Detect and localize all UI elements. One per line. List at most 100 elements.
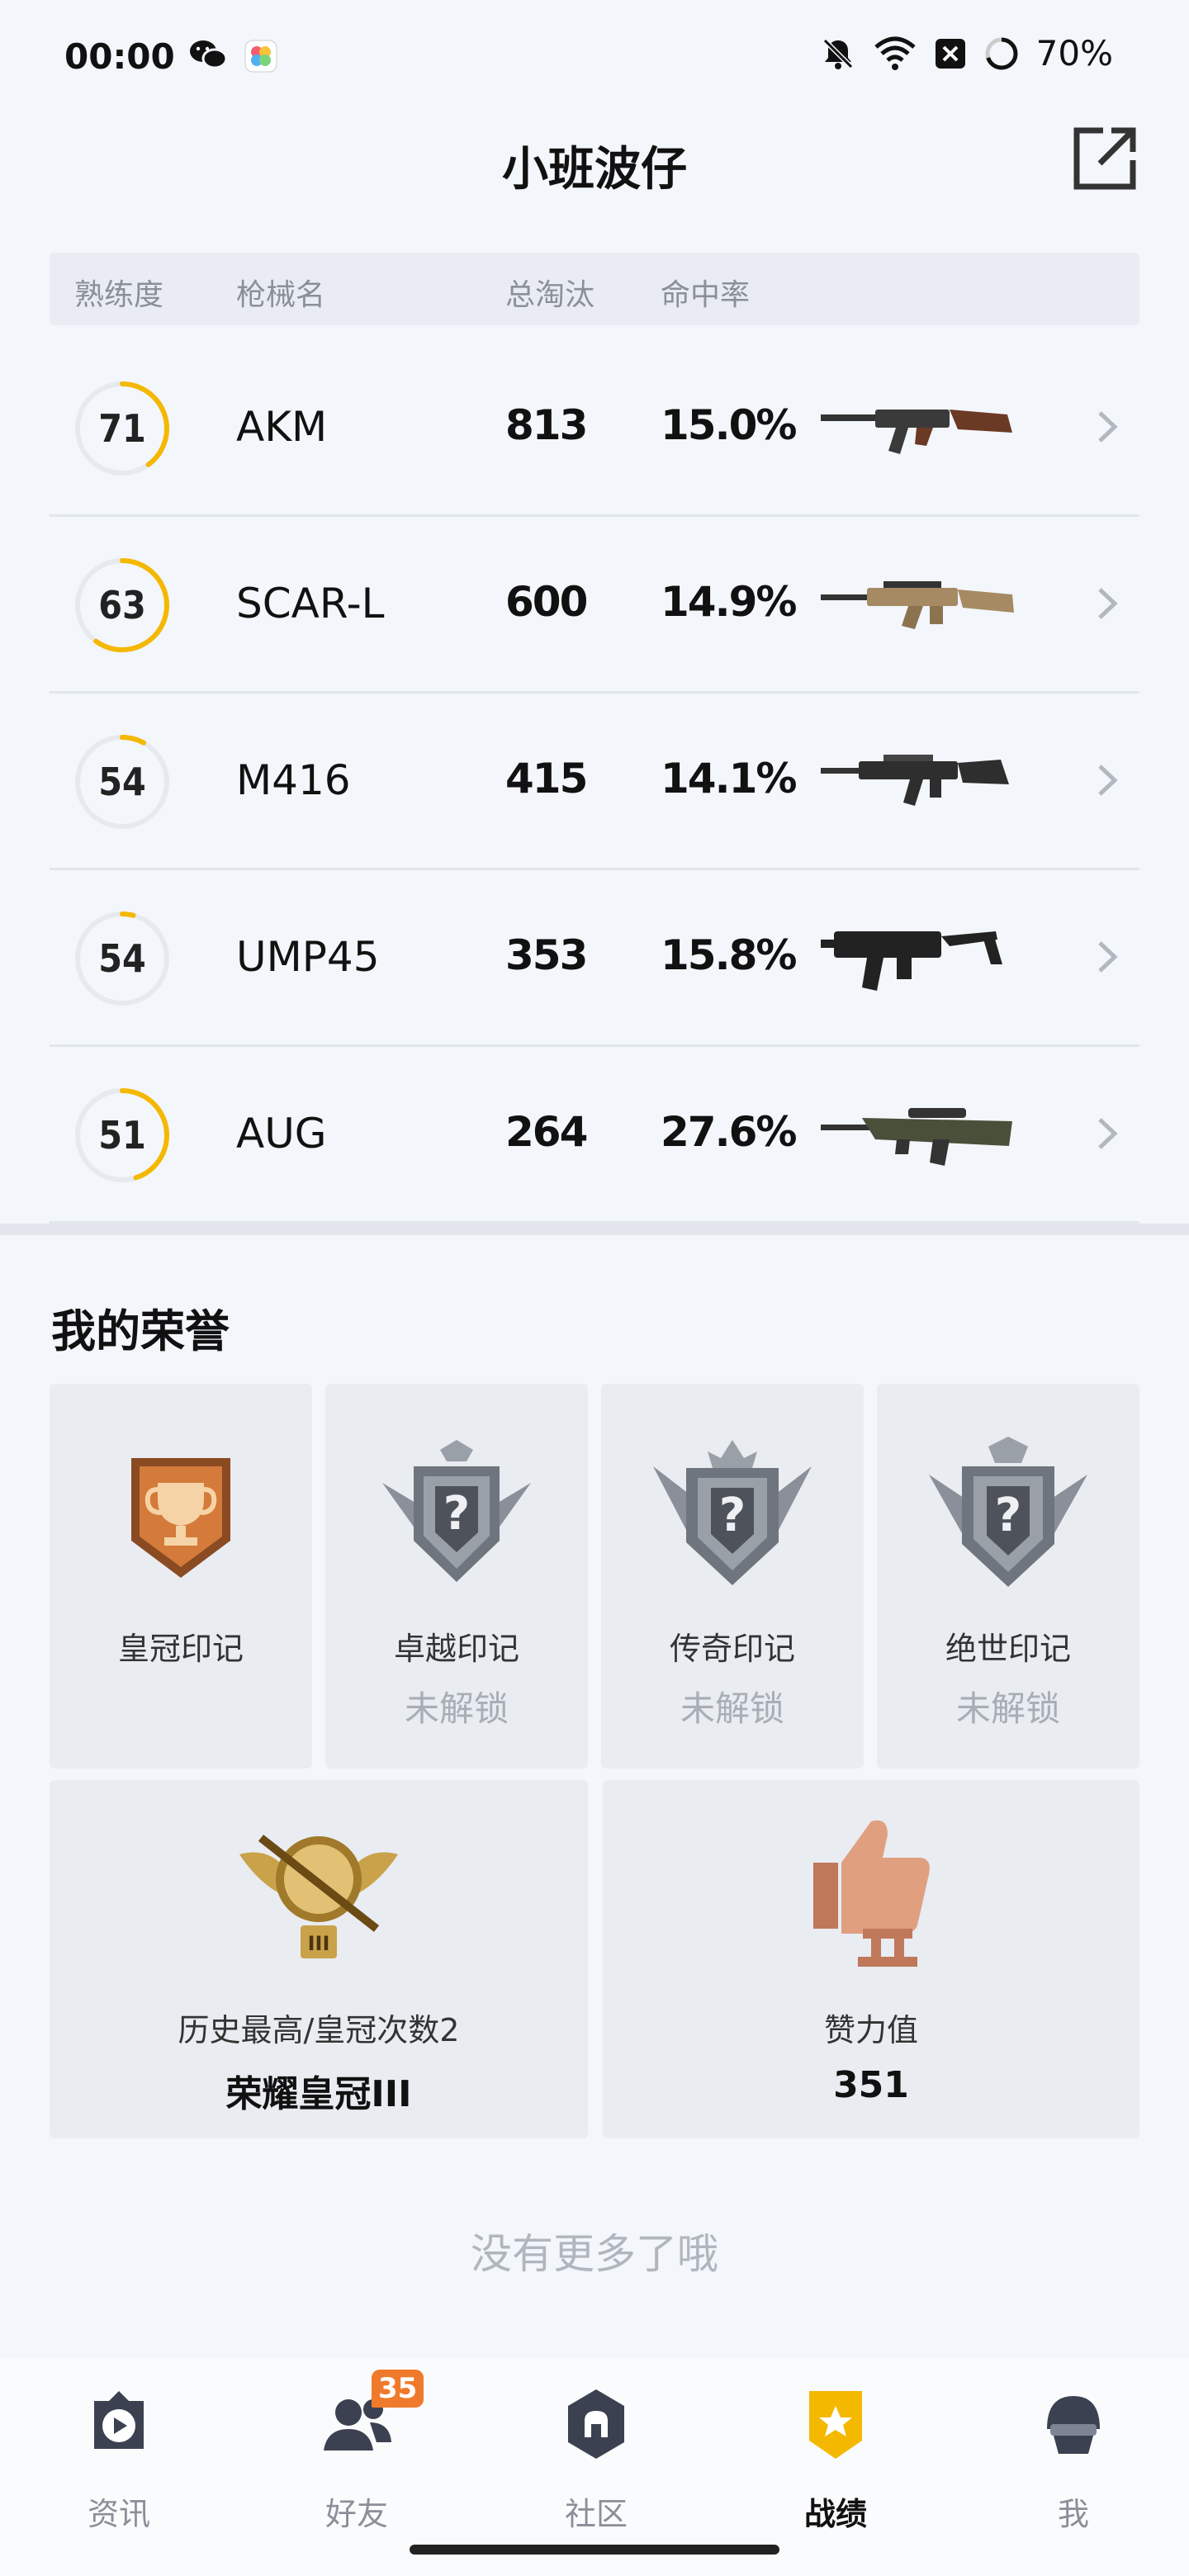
gun-accuracy: 14.9% — [661, 578, 797, 626]
honor-label: 卓越印记 — [393, 1631, 519, 1667]
nav-label: 我 — [1057, 2496, 1089, 2532]
mastery-value: 63 — [98, 583, 146, 627]
best-rank-value: 荣耀皇冠III — [225, 2073, 412, 2115]
nav-news[interactable]: 资讯 — [36, 2383, 201, 2532]
gun-name: AKM — [236, 403, 328, 451]
mastery-ring: 51 — [73, 1086, 172, 1185]
chevron-right-icon — [1098, 941, 1118, 973]
gun-accuracy: 15.8% — [661, 931, 797, 979]
page-title: 小班波仔 — [502, 143, 687, 197]
gun-kills: 600 — [505, 578, 588, 626]
scar-l-rifle-icon — [821, 581, 1014, 629]
gun-kills: 264 — [505, 1108, 588, 1156]
gun-accuracy: 15.0% — [661, 401, 797, 449]
chevron-right-icon — [1098, 411, 1118, 443]
gun-accuracy: 14.1% — [661, 755, 797, 803]
honor-label: 皇冠印记 — [117, 1631, 244, 1667]
mastery-ring: 63 — [73, 556, 172, 655]
thumbs-up-icon — [813, 1820, 930, 1967]
svg-text:?: ? — [443, 1487, 470, 1541]
likes-label: 赞力值 — [823, 2012, 918, 2048]
nav-community[interactable]: 社区 — [514, 2383, 679, 2532]
locked-silver-badge-icon: ? — [653, 1440, 812, 1585]
locked-silver-badge-icon: ? — [929, 1437, 1087, 1587]
mastery-value: 54 — [98, 936, 146, 981]
battery-level: 70% — [1035, 33, 1113, 73]
wechat-icon — [190, 40, 228, 69]
weapon-table-header: 熟练度 枪械名 总淘汰 命中率 — [50, 253, 1139, 325]
honor-status: 未解锁 — [955, 1688, 1060, 1729]
wifi-icon — [874, 36, 916, 70]
akm-rifle-icon — [821, 410, 1012, 454]
status-time: 00:00 — [64, 36, 175, 77]
gun-accuracy: 27.6% — [661, 1108, 797, 1156]
best-rank-label: 历史最高/皇冠次数2 — [178, 2012, 460, 2048]
honor-card-peerless[interactable]: ? 绝世印记 未解锁 — [877, 1384, 1139, 1769]
chevron-right-icon — [1098, 765, 1118, 796]
honor-card-legend[interactable]: ? 传奇印记 未解锁 — [601, 1384, 864, 1769]
nav-label: 社区 — [564, 2496, 628, 2532]
honor-card-excellence[interactable]: ? 卓越印记 未解锁 — [325, 1384, 588, 1769]
mastery-ring: 54 — [73, 909, 172, 1008]
column-gun-name: 枪械名 — [236, 278, 326, 312]
community-icon — [568, 2389, 624, 2459]
friends-count-badge: 35 — [372, 2370, 424, 2408]
weapon-row-scar-l[interactable]: 63 SCAR-L 600 14.9% — [50, 517, 1139, 694]
m416-rifle-icon — [821, 755, 1009, 806]
status-bar: 00:00 70% — [0, 0, 1189, 107]
likes-card[interactable]: 赞力值 351 — [603, 1780, 1139, 2138]
weapon-row-aug[interactable]: 51 AUG 264 27.6% — [50, 1047, 1139, 1224]
honor-card-crown[interactable]: 皇冠印记 — [50, 1384, 312, 1769]
best-rank-card[interactable]: III 历史最高/皇冠次数2 荣耀皇冠III — [50, 1780, 588, 2138]
svg-text:?: ? — [995, 1489, 1021, 1542]
column-kills: 总淘汰 — [505, 278, 595, 312]
mastery-value: 51 — [98, 1113, 146, 1158]
share-external-icon[interactable] — [1070, 124, 1139, 193]
mastery-ring: 54 — [73, 732, 172, 831]
sim-off-icon — [935, 38, 965, 69]
weapon-row-ump45[interactable]: 54 UMP45 353 15.8% — [50, 870, 1139, 1047]
locked-silver-badge-icon: ? — [382, 1440, 531, 1582]
ump45-smg-icon — [821, 931, 1002, 991]
weapon-row-akm[interactable]: 71 AKM 813 15.0% — [50, 340, 1139, 517]
svg-text:III: III — [308, 1932, 330, 1955]
chevron-right-icon — [1098, 588, 1118, 619]
column-mastery: 熟练度 — [74, 278, 164, 312]
nav-label: 战绩 — [803, 2496, 867, 2532]
gun-kills: 353 — [505, 931, 588, 979]
crown-trophy-badge-icon — [131, 1458, 230, 1578]
nav-record[interactable]: 战绩 — [753, 2383, 918, 2532]
gun-name: UMP45 — [236, 933, 380, 981]
nav-label: 好友 — [324, 2496, 388, 2532]
gun-name: M416 — [236, 756, 351, 804]
battery-ring-icon — [985, 37, 1018, 69]
gun-kills: 415 — [505, 755, 588, 803]
mastery-ring: 71 — [73, 379, 172, 478]
honor-status: 未解锁 — [680, 1688, 784, 1729]
mastery-value: 71 — [98, 406, 146, 451]
column-accuracy: 命中率 — [661, 278, 751, 312]
crown-rank-badge-icon: III — [239, 1835, 398, 1958]
chevron-right-icon — [1098, 1118, 1118, 1149]
svg-text:?: ? — [719, 1489, 746, 1542]
nav-profile[interactable]: 我 — [991, 2383, 1156, 2532]
profile-icon — [1047, 2396, 1100, 2454]
likes-value: 351 — [833, 2064, 909, 2106]
honor-status: 未解锁 — [404, 1688, 509, 1729]
gun-name: AUG — [236, 1110, 327, 1158]
record-icon — [809, 2391, 862, 2459]
honors-title: 我的荣誉 — [51, 1305, 230, 1357]
section-divider — [0, 1224, 1189, 1235]
news-icon — [94, 2391, 144, 2449]
weapon-row-m416[interactable]: 54 M416 415 14.1% — [50, 694, 1139, 870]
home-indicator[interactable] — [410, 2545, 779, 2555]
app-icon — [244, 40, 277, 73]
aug-rifle-icon — [821, 1108, 1012, 1166]
gun-kills: 813 — [505, 401, 588, 449]
gun-name: SCAR-L — [236, 580, 385, 627]
end-of-list-text: 没有更多了哦 — [471, 2230, 718, 2278]
bottom-nav: 资讯 好友 社区 战绩 我 — [0, 2358, 1189, 2576]
nav-label: 资讯 — [87, 2496, 150, 2532]
mastery-value: 54 — [98, 760, 146, 804]
honor-label: 绝世印记 — [945, 1631, 1071, 1667]
